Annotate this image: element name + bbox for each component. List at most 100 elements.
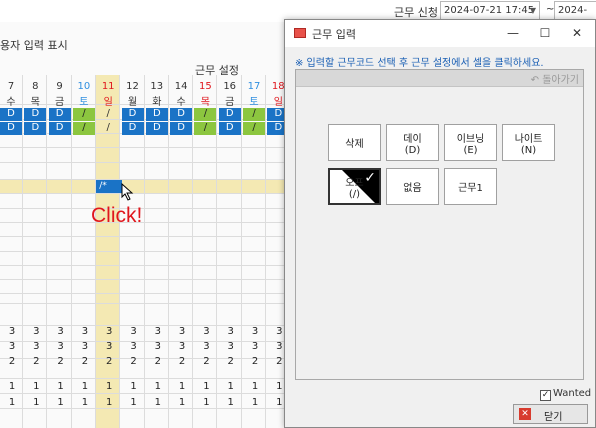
schedule-cell[interactable]: D: [121, 122, 144, 135]
grid-hline: [0, 236, 292, 237]
wanted-checkbox[interactable]: ✓: [540, 390, 551, 401]
grid-hline: [0, 179, 292, 180]
schedule-cell[interactable]: /: [194, 108, 217, 121]
weekday-header: 금: [225, 97, 235, 108]
close-window-button[interactable]: ✕: [563, 22, 591, 44]
count-cell: 3: [227, 326, 234, 337]
schedule-cell[interactable]: /: [72, 108, 95, 121]
schedule-cell[interactable]: D: [24, 108, 47, 121]
wanted-label: Wanted: [553, 388, 592, 399]
grid-hline: [0, 251, 292, 252]
code-name: 오프: [345, 177, 364, 189]
day-header: 14: [174, 81, 188, 92]
grid-hline: [0, 279, 292, 280]
click-annotation: Click!: [91, 204, 143, 227]
code-name: 데이: [403, 133, 422, 145]
count-cell: 2: [130, 356, 137, 367]
count-cell: 2: [154, 356, 161, 367]
maximize-button[interactable]: ☐: [531, 22, 559, 44]
close-button-label: 닫기: [544, 412, 563, 423]
schedule-cell[interactable]: /: [243, 122, 265, 135]
code-name: 근무1: [458, 183, 483, 194]
back-label: 돌아가기: [542, 75, 579, 86]
weekday-header: 토: [79, 97, 89, 108]
schedule-cell[interactable]: D: [0, 122, 22, 135]
dialog-titlebar: 근무 입력 — ☐ ✕: [285, 20, 595, 47]
grid-hline: [0, 193, 292, 194]
request-label: 근무 신청 :: [394, 6, 446, 19]
code-abbr: (N): [520, 144, 537, 156]
count-cell: 1: [81, 397, 89, 408]
schedule-cell[interactable]: D: [218, 122, 241, 135]
code-button[interactable]: 근무1: [444, 168, 497, 205]
grid-hline: [0, 222, 292, 223]
schedule-cell[interactable]: /: [194, 122, 217, 135]
code-name: 없음: [403, 183, 422, 194]
schedule-cell[interactable]: D: [145, 108, 168, 121]
weekday-header: 목: [200, 97, 210, 108]
code-button[interactable]: 없음: [386, 168, 439, 205]
schedule-cell[interactable]: /: [243, 108, 265, 121]
count-cell: 3: [227, 341, 234, 352]
schedule-cell[interactable]: D: [218, 108, 241, 121]
grid-hline: [0, 293, 292, 294]
count-cell: 1: [33, 397, 40, 408]
app-icon: [294, 28, 306, 38]
back-button[interactable]: ↶ 돌아가기: [531, 71, 579, 86]
day-header: 15: [199, 81, 212, 92]
code-button[interactable]: 데이 (D): [386, 124, 439, 161]
day-header: 8: [32, 81, 39, 92]
count-cell: 3: [130, 326, 137, 337]
schedule-cell[interactable]: D: [48, 122, 71, 135]
count-cell: 1: [8, 381, 16, 392]
schedule-cell[interactable]: D: [170, 108, 193, 121]
count-cell: 3: [8, 341, 16, 352]
to-datetime-picker[interactable]: 2024-07-: [554, 1, 596, 33]
count-cell: 1: [227, 381, 234, 392]
code-button[interactable]: 이브닝 (E): [444, 124, 497, 161]
code-abbr: (D): [404, 144, 421, 156]
count-cell: 2: [33, 356, 40, 367]
schedule-cell[interactable]: /: [97, 108, 119, 121]
schedule-cell[interactable]: D: [170, 122, 193, 135]
count-cell: 3: [178, 326, 186, 337]
schedule-cell[interactable]: /: [97, 122, 119, 135]
count-cell: 3: [154, 326, 161, 337]
weekday-header: 금: [54, 97, 65, 108]
count-cell: 1: [8, 397, 16, 408]
count-cell: 2: [251, 356, 259, 367]
code-button[interactable]: ✓ 오프 (/): [328, 168, 381, 205]
code-button[interactable]: 삭제: [328, 124, 381, 161]
minimize-button[interactable]: —: [499, 22, 527, 44]
count-cell: 1: [227, 397, 234, 408]
schedule-cell[interactable]: D: [145, 122, 168, 135]
count-cell: 3: [154, 341, 161, 352]
from-datetime-picker[interactable]: 2024-07-21 17:45 ▼: [440, 1, 540, 20]
grid-hline: [0, 303, 292, 304]
schedule-cell[interactable]: /: [72, 122, 95, 135]
selected-cell[interactable]: /*: [96, 180, 123, 193]
schedule-grid[interactable]: 7 수 8 목 9 금 10 토 11 일 12 월 13 화 14 수 15 목 16 금 17 토 18 일 D D D / / D D…: [0, 75, 315, 428]
close-button[interactable]: ✕ 닫기: [513, 404, 588, 424]
schedule-cell[interactable]: D: [121, 108, 144, 121]
day-header: 16: [223, 81, 237, 92]
schedule-cell[interactable]: D: [24, 122, 47, 135]
weekday-header: 수: [176, 97, 186, 108]
count-cell: 2: [8, 356, 16, 367]
count-cell: 2: [203, 356, 210, 367]
code-name: 삭제: [345, 139, 364, 150]
count-cell: 1: [81, 381, 89, 392]
code-button[interactable]: 나이트 (N): [502, 124, 555, 161]
grid-hline: [0, 208, 292, 209]
count-cell: 1: [251, 381, 259, 392]
count-cell: 1: [178, 381, 186, 392]
chevron-down-icon[interactable]: ▼: [530, 2, 536, 19]
count-cell: 1: [154, 397, 161, 408]
schedule-cell[interactable]: D: [48, 108, 71, 121]
code-name: 나이트: [514, 133, 543, 145]
count-cell: 2: [106, 356, 113, 367]
count-cell: 1: [57, 397, 64, 408]
schedule-cell[interactable]: D: [0, 108, 22, 121]
day-header: 10: [77, 81, 91, 92]
weekday-header: 수: [6, 97, 16, 108]
